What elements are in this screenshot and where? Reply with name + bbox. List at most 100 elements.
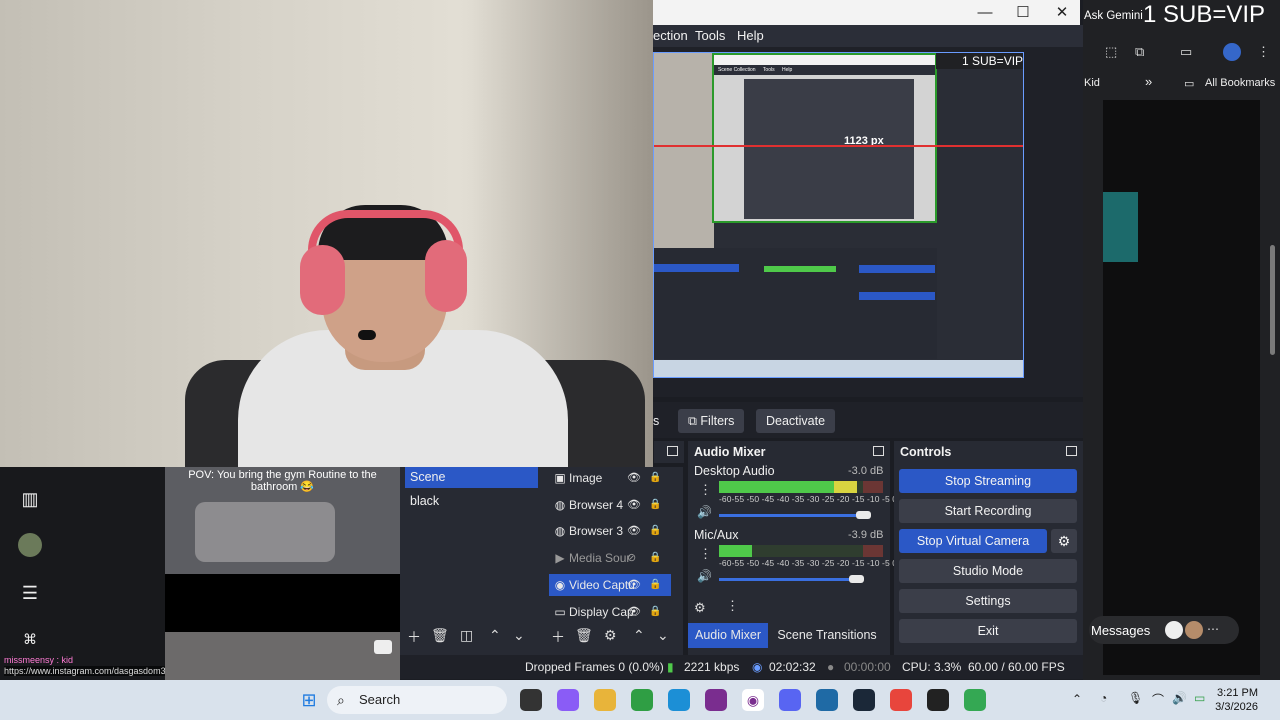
chrome-profile-icon[interactable]	[964, 689, 986, 711]
lock-icon[interactable]: 🔒	[649, 467, 661, 489]
taskview-icon[interactable]	[520, 689, 542, 711]
speaker-icon[interactable]: 🔊	[697, 569, 712, 583]
pop-out-icon[interactable]	[667, 446, 678, 456]
extension-icon[interactable]: ⬚	[1105, 44, 1117, 60]
menu-tools[interactable]: Tools	[695, 28, 725, 43]
menu-help[interactable]: Help	[737, 28, 764, 43]
avatar[interactable]	[18, 533, 42, 557]
cast-icon[interactable]: ▭	[1180, 44, 1192, 60]
exit-button[interactable]: Exit	[899, 619, 1077, 643]
move-up-icon[interactable]: ⌃	[633, 627, 645, 644]
remove-scene-icon[interactable]: 🗑	[431, 627, 449, 644]
close-button[interactable]: ✕	[1048, 2, 1076, 24]
stats-icon[interactable]: ▥	[18, 487, 42, 511]
windows-start-icon[interactable]: ⊞	[298, 689, 320, 711]
tab-properties[interactable]: s	[651, 409, 661, 433]
chevron-right-icon[interactable]: »	[1145, 74, 1152, 89]
pop-out-icon[interactable]	[873, 446, 884, 456]
wifi-icon[interactable]: ⌒	[1152, 691, 1164, 708]
folder-icon[interactable]: ▭	[1184, 77, 1194, 90]
obs-icon[interactable]: ◉	[742, 689, 764, 711]
puzzle-icon[interactable]: ⧉	[1135, 44, 1144, 60]
source-item[interactable]: ▶ Media Sour ⊘ 🔒	[549, 547, 671, 569]
profile-avatar[interactable]	[1223, 43, 1241, 61]
minimize-button[interactable]: —	[971, 2, 999, 24]
all-bookmarks[interactable]: All Bookmarks	[1205, 77, 1275, 89]
visibility-icon[interactable]: 👁	[627, 520, 641, 542]
start-recording-button[interactable]: Start Recording	[899, 499, 1077, 523]
more-icon[interactable]: ⋮	[1257, 44, 1270, 60]
stop-virtual-camera-button[interactable]: Stop Virtual Camera	[899, 529, 1047, 553]
menu-scene-collection[interactable]: ection	[653, 28, 688, 43]
lock-icon[interactable]: 🔒	[649, 520, 661, 542]
file-explorer-icon[interactable]	[594, 689, 616, 711]
maximize-button[interactable]: ☐	[1009, 2, 1037, 24]
ask-gemini-button[interactable]: Ask Gemini	[1084, 10, 1143, 22]
settings-button[interactable]: Settings	[899, 589, 1077, 613]
visibility-icon[interactable]: 👁	[627, 494, 641, 516]
remove-source-icon[interactable]: 🗑	[575, 627, 593, 644]
move-down-icon[interactable]: ⌄	[513, 627, 525, 644]
scrollbar[interactable]	[1270, 245, 1275, 355]
edge-icon[interactable]	[668, 689, 690, 711]
xbox-icon[interactable]	[631, 689, 653, 711]
clock[interactable]: 3:21 PM 3/3/2026	[1215, 686, 1258, 714]
lock-icon[interactable]: 🔒	[649, 601, 661, 623]
copilot-icon[interactable]	[557, 689, 579, 711]
gear-icon[interactable]: ⚙	[604, 627, 617, 644]
visibility-icon[interactable]: 👁	[627, 574, 641, 596]
move-down-icon[interactable]: ⌄	[657, 627, 669, 644]
lock-icon[interactable]: 🔒	[649, 547, 661, 569]
volume-icon[interactable]: 🔊	[1172, 691, 1187, 705]
tab-scene-transitions[interactable]: Scene Transitions	[772, 623, 882, 648]
source-item[interactable]: ◉ Video Captu 👁 🔒	[549, 573, 671, 596]
visibility-icon[interactable]: ⊘	[627, 547, 636, 569]
speaker-icon[interactable]: 🔊	[697, 505, 712, 519]
photos-icon[interactable]	[816, 689, 838, 711]
channel-menu-icon[interactable]: ⋮	[699, 482, 712, 498]
add-scene-icon[interactable]: ＋	[407, 627, 421, 647]
channel-menu-icon[interactable]: ⋮	[699, 546, 712, 562]
volume-slider-handle[interactable]	[855, 511, 871, 519]
program-preview[interactable]: Scene Collection Tools Help 1123 px 1 SU…	[653, 52, 1024, 378]
mixer-gear-icon[interactable]: ⚙	[694, 600, 706, 616]
chrome-icon[interactable]	[890, 689, 912, 711]
visibility-icon[interactable]: 👁	[627, 601, 641, 623]
obs-studio-icon[interactable]	[927, 689, 949, 711]
app-icon[interactable]	[705, 689, 727, 711]
tab-audio-mixer[interactable]: Audio Mixer	[688, 623, 768, 648]
virtual-camera-settings-icon[interactable]: ⚙	[1051, 529, 1077, 553]
mic-icon[interactable]: 🎙	[1128, 691, 1143, 705]
scene-filters-icon[interactable]: ◫	[460, 627, 473, 644]
play-icon[interactable]	[374, 640, 392, 654]
menu-icon[interactable]: ☰	[18, 581, 42, 605]
lock-icon[interactable]: 🔒	[649, 494, 661, 516]
battery-icon[interactable]: ▭	[1194, 691, 1205, 705]
messages-pill[interactable]: Messages ⋯	[1089, 616, 1239, 644]
pop-out-icon[interactable]	[1066, 446, 1077, 456]
network-icon[interactable]: ◔	[1100, 691, 1107, 705]
taskbar-search[interactable]: ⌕ Search	[327, 686, 507, 714]
volume-slider-handle[interactable]	[848, 575, 864, 583]
source-item[interactable]: ▭ Display Cap 👁 🔒	[549, 601, 671, 623]
source-item[interactable]: ▣ Image 👁 🔒	[549, 467, 671, 489]
more-icon[interactable]: ⋯	[1207, 622, 1219, 636]
bookmark-kid[interactable]: Kid	[1084, 77, 1100, 89]
share-icon[interactable]: ⌘	[18, 627, 42, 651]
source-item[interactable]: ◍ Browser 4 👁 🔒	[549, 494, 671, 516]
tab-deactivate[interactable]: Deactivate	[756, 409, 836, 433]
chevron-up-icon[interactable]: ⌃	[1072, 692, 1082, 706]
discord-icon[interactable]	[779, 689, 801, 711]
mixer-menu-icon[interactable]: ⋮	[726, 598, 739, 614]
stop-streaming-button[interactable]: Stop Streaming	[899, 469, 1077, 493]
volume-slider[interactable]	[719, 578, 849, 581]
scene-item[interactable]: black	[405, 491, 538, 512]
scene-item[interactable]: Scene	[405, 467, 538, 488]
move-up-icon[interactable]: ⌃	[489, 627, 501, 644]
tab-filters[interactable]: ⧉ Filters	[678, 409, 745, 433]
lock-icon[interactable]: 🔒	[649, 574, 661, 596]
volume-slider[interactable]	[719, 514, 856, 517]
studio-mode-button[interactable]: Studio Mode	[899, 559, 1077, 583]
add-source-icon[interactable]: ＋	[551, 627, 565, 647]
source-item[interactable]: ◍ Browser 3 👁 🔒	[549, 520, 671, 542]
